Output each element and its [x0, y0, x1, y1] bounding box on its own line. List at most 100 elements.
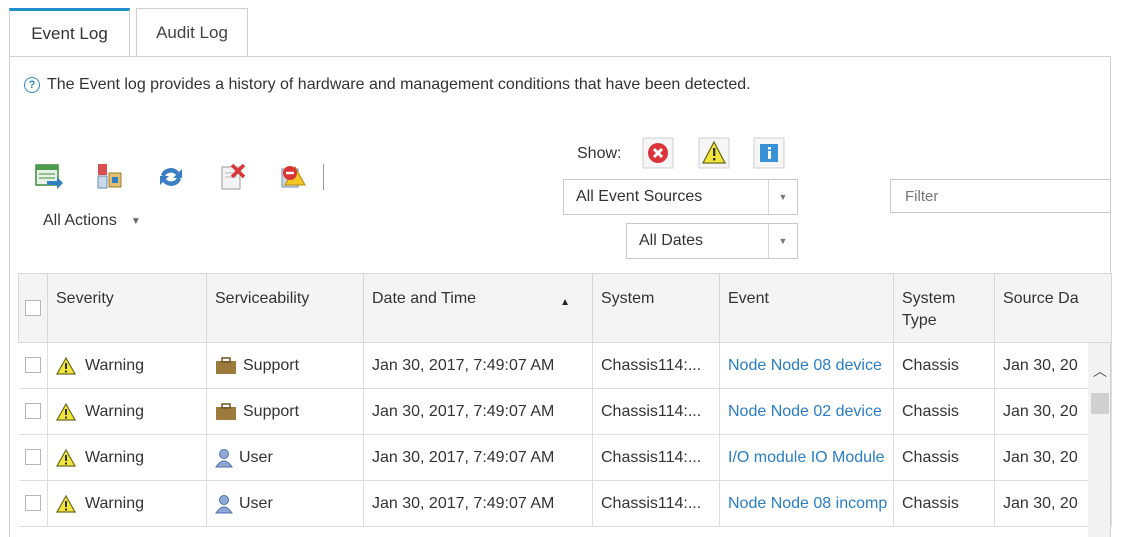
show-label: Show: [577, 145, 622, 162]
sort-ascending-icon: ▲ [560, 297, 570, 308]
critical-icon [642, 137, 674, 169]
serviceability-label: User [239, 448, 273, 466]
filter-input[interactable] [890, 179, 1111, 213]
vertical-scrollbar[interactable]: ︿ [1088, 343, 1110, 537]
chevron-down-icon: ▼ [768, 180, 797, 214]
datetime-cell: Jan 30, 2017, 7:49:07 AM [363, 342, 593, 389]
all-actions-label: All Actions [43, 212, 117, 229]
severity-label: Warning [85, 356, 144, 374]
filter-chassis-icon[interactable] [93, 160, 127, 194]
event-source-value: All Event Sources [576, 188, 703, 205]
warning-icon [56, 356, 76, 375]
table-row[interactable]: Warning User Jan 30, 2017, 7:49:07 AM Chass… [18, 434, 1112, 481]
datetime-cell: Jan 30, 2017, 7:49:07 AM [363, 388, 593, 435]
table-row[interactable]: Warning User Jan 30, 2017, 7:49:07 AM Chass… [18, 480, 1112, 527]
row-checkbox-cell [18, 434, 48, 481]
column-header-date-time-label: Date and Time [372, 290, 477, 307]
serviceability-label: Support [243, 356, 300, 374]
tab-event-log[interactable]: Event Log [9, 8, 130, 56]
chevron-down-icon: ▼ [768, 224, 797, 258]
column-header-severity[interactable]: Severity [47, 273, 207, 343]
row-checkbox-cell [18, 342, 48, 389]
event-table: Severity Serviceability Date and Time ▲ S… [18, 273, 1112, 527]
severity-label: Warning [85, 494, 144, 512]
select-all-checkbox[interactable] [25, 299, 41, 316]
chevron-down-icon: ▼ [130, 215, 141, 227]
row-checkbox[interactable] [24, 449, 41, 466]
serviceability-cell: Support [206, 342, 364, 389]
warning-icon [56, 494, 76, 513]
table-header-row: Severity Serviceability Date and Time ▲ S… [18, 273, 1112, 343]
warning-icon [698, 137, 730, 169]
info-icon [753, 137, 785, 169]
briefcase-icon [216, 356, 236, 374]
table-row[interactable]: Warning Support Jan 30, 2017, 7:49:07 AM Ch… [18, 388, 1112, 435]
export-icon[interactable] [32, 160, 66, 194]
scrollbar-thumb[interactable] [1091, 393, 1109, 414]
column-header-system[interactable]: System [592, 273, 720, 343]
system-type-cell: Chassis [893, 480, 995, 527]
serviceability-cell: User [206, 434, 364, 481]
event-link[interactable]: Node Node 08 incomp [728, 495, 887, 512]
date-range-value: All Dates [639, 232, 704, 249]
system-cell: Chassis114:... [592, 480, 720, 527]
system-type-cell: Chassis [893, 434, 995, 481]
tab-divider [9, 56, 1110, 57]
help-icon[interactable]: ? [24, 77, 40, 93]
warning-icon [56, 402, 76, 421]
column-header-serviceability[interactable]: Serviceability [206, 273, 364, 343]
event-link[interactable]: Node Node 02 device [728, 403, 882, 420]
system-cell: Chassis114:... [592, 388, 720, 435]
event-source-select[interactable]: All Event Sources ▼ [563, 179, 798, 215]
serviceability-label: User [239, 494, 273, 512]
row-checkbox-cell [18, 388, 48, 435]
severity-label: Warning [85, 448, 144, 466]
date-range-select[interactable]: All Dates ▼ [626, 223, 798, 259]
severity-cell: Warning [47, 388, 207, 435]
panel-border-left [9, 56, 10, 537]
severity-cell: Warning [47, 434, 207, 481]
datetime-cell: Jan 30, 2017, 7:49:07 AM [363, 434, 593, 481]
exclude-icon[interactable] [276, 160, 310, 194]
event-cell: I/O module IO Module [719, 434, 894, 481]
column-header-event[interactable]: Event [719, 273, 894, 343]
tab-audit-log[interactable]: Audit Log [136, 8, 248, 56]
row-checkbox-cell [18, 480, 48, 527]
column-header-source-date[interactable]: Source Da [994, 273, 1112, 343]
all-actions-dropdown[interactable]: All Actions ▼ [43, 212, 141, 230]
row-checkbox[interactable] [24, 403, 41, 420]
informational-filter-toggle[interactable] [752, 136, 786, 170]
event-link[interactable]: I/O module IO Module [728, 449, 885, 466]
system-cell: Chassis114:... [592, 434, 720, 481]
critical-filter-toggle[interactable] [641, 136, 675, 170]
event-link[interactable]: Node Node 08 device [728, 357, 882, 374]
system-type-cell: Chassis [893, 388, 995, 435]
warning-filter-toggle[interactable] [697, 136, 731, 170]
toolbar [32, 160, 324, 194]
serviceability-label: Support [243, 402, 300, 420]
severity-cell: Warning [47, 480, 207, 527]
delete-icon[interactable] [215, 160, 249, 194]
row-checkbox[interactable] [24, 495, 41, 512]
serviceability-cell: User [206, 480, 364, 527]
scroll-up-icon[interactable]: ︿ [1093, 361, 1107, 381]
user-icon [215, 448, 233, 467]
severity-label: Warning [85, 402, 144, 420]
system-type-cell: Chassis [893, 342, 995, 389]
row-checkbox[interactable] [24, 357, 41, 374]
select-all-cell [18, 273, 48, 343]
table-row[interactable]: Warning Support Jan 30, 2017, 7:49:07 AM Ch… [18, 342, 1112, 389]
event-cell: Node Node 08 incomp [719, 480, 894, 527]
column-header-date-time[interactable]: Date and Time ▲ [363, 273, 593, 343]
event-cell: Node Node 08 device [719, 342, 894, 389]
user-icon [215, 494, 233, 513]
toolbar-separator [323, 164, 324, 190]
system-cell: Chassis114:... [592, 342, 720, 389]
serviceability-cell: Support [206, 388, 364, 435]
column-header-system-type[interactable]: System Type [893, 273, 995, 343]
severity-cell: Warning [47, 342, 207, 389]
datetime-cell: Jan 30, 2017, 7:49:07 AM [363, 480, 593, 527]
event-cell: Node Node 02 device [719, 388, 894, 435]
refresh-icon[interactable] [154, 160, 188, 194]
warning-icon [56, 448, 76, 467]
